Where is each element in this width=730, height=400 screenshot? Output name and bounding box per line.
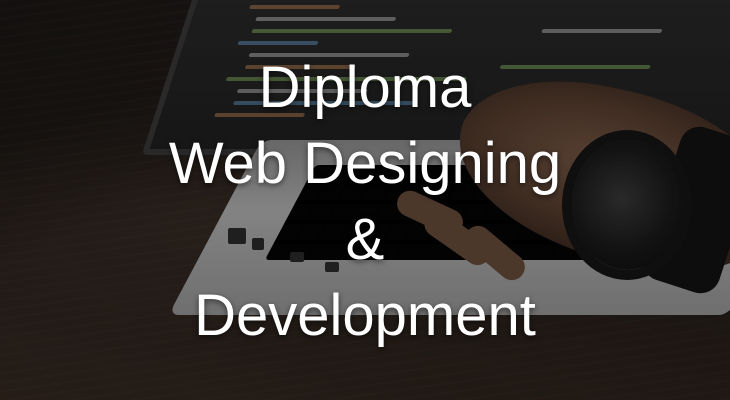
title-line-development: Development: [194, 283, 536, 348]
title-line-ampersand: &: [345, 207, 385, 272]
title-line-diploma: Diploma: [258, 55, 472, 120]
hero-banner: Diploma Web Designing & Development: [0, 0, 730, 400]
banner-title: Diploma Web Designing & Development: [0, 50, 730, 354]
title-line-web-designing: Web Designing: [168, 131, 562, 196]
